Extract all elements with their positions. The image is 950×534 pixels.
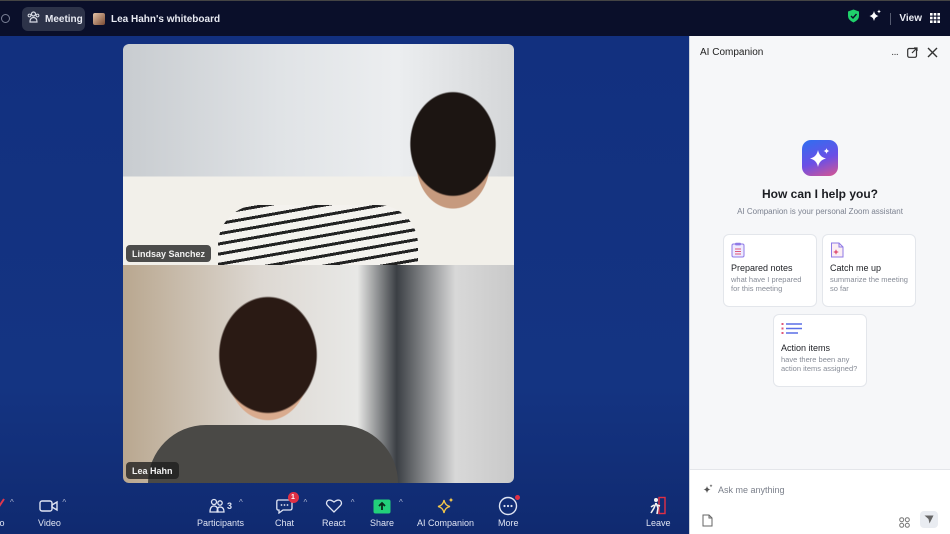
- whiteboard-owner-avatar: [93, 13, 105, 25]
- tab-meeting[interactable]: Meeting: [22, 7, 85, 31]
- share-label: Share: [370, 518, 395, 528]
- ai-companion-label: AI Companion: [417, 518, 475, 528]
- participants-icon: 3 ^: [209, 496, 243, 516]
- notification-dot: [515, 495, 521, 500]
- more-label: More: [498, 518, 519, 528]
- card-description: have there been any action items assigne…: [781, 355, 858, 373]
- participants-count: 3: [227, 501, 233, 511]
- help-heading: How can I help you?: [761, 187, 878, 201]
- ai-companion-panel: AI Companion ··· How can I help you? AI …: [689, 36, 950, 534]
- chevron-up-icon[interactable]: ^: [62, 498, 66, 507]
- pop-out-icon[interactable]: [907, 45, 918, 63]
- participant-video-image: [148, 425, 398, 483]
- clipboard-icon: [731, 242, 809, 258]
- send-icon: [924, 515, 934, 524]
- list-icon: [781, 322, 859, 338]
- chevron-up-icon[interactable]: ^: [304, 498, 308, 507]
- attach-file-icon[interactable]: [702, 514, 713, 532]
- card-title: Prepared notes: [731, 263, 793, 273]
- heart-icon: ^: [325, 496, 355, 516]
- chat-unread-badge: 1: [287, 492, 299, 503]
- react-button[interactable]: ^ React: [322, 496, 355, 528]
- apps-grid-icon[interactable]: [899, 515, 910, 533]
- chat-button[interactable]: 1 ^ Chat: [275, 492, 307, 528]
- divider: [890, 12, 892, 25]
- leave-icon: [648, 496, 668, 516]
- card-title: Catch me up: [830, 263, 882, 273]
- microphone-muted-icon: ^: [0, 496, 14, 516]
- chevron-up-icon[interactable]: ^: [10, 498, 14, 507]
- more-button[interactable]: More: [498, 495, 521, 528]
- top-right-controls: View: [847, 9, 940, 28]
- ai-sparkle-icon: [436, 496, 456, 516]
- grid-icon[interactable]: [930, 10, 940, 28]
- chevron-up-icon[interactable]: ^: [351, 498, 355, 507]
- card-title: Action items: [781, 343, 831, 353]
- react-label: React: [322, 518, 346, 528]
- ask-input[interactable]: Ask me anything: [703, 484, 785, 496]
- video-label: Video: [38, 518, 61, 528]
- tab-whiteboard[interactable]: Lea Hahn's whiteboard: [93, 7, 220, 31]
- ai-companion-button[interactable]: AI Companion: [417, 496, 474, 528]
- ask-input-area: Ask me anything: [690, 469, 950, 534]
- document-icon: [830, 242, 908, 258]
- send-button[interactable]: [920, 511, 938, 528]
- chevron-up-icon[interactable]: ^: [399, 498, 403, 507]
- suggestion-card-prepared-notes[interactable]: Prepared notes what have I prepared for …: [723, 234, 817, 307]
- participant-video-image: [218, 205, 418, 265]
- audio-button[interactable]: ^ io: [0, 496, 14, 528]
- window-control-icon[interactable]: [1, 14, 10, 23]
- suggestion-card-catch-me-up[interactable]: Catch me up summarize the meeting so far: [822, 234, 916, 307]
- share-screen-icon: ^: [373, 496, 403, 516]
- chevron-up-icon[interactable]: ^: [239, 498, 243, 507]
- shield-check-icon[interactable]: [847, 9, 860, 28]
- tab-meeting-label: Meeting: [45, 13, 83, 25]
- leave-button[interactable]: Leave: [646, 496, 671, 528]
- ask-input-placeholder: Ask me anything: [718, 485, 785, 495]
- suggestion-card-action-items[interactable]: Action items have there been any action …: [773, 314, 867, 387]
- leave-label: Leave: [646, 518, 671, 528]
- participants-button[interactable]: 3 ^ Participants: [197, 496, 244, 528]
- sparkle-icon: [703, 484, 713, 496]
- view-button[interactable]: View: [899, 13, 922, 24]
- meeting-toolbar: ^ io ^ Video 3 ^ Participants 1 ^ Chat ^…: [0, 490, 689, 534]
- video-camera-icon: ^: [39, 496, 66, 516]
- panel-title: AI Companion: [700, 46, 764, 58]
- video-stage: Lindsay Sanchez Lea Hahn: [0, 36, 689, 534]
- ai-companion-logo-icon: [802, 140, 838, 176]
- chat-bubble-icon: 1 ^: [275, 492, 307, 516]
- share-button[interactable]: ^ Share: [370, 496, 403, 528]
- participant-video-tile[interactable]: Lea Hahn: [123, 265, 514, 483]
- participant-name-tag: Lea Hahn: [126, 462, 179, 479]
- help-subheading: AI Companion is your personal Zoom assis…: [737, 207, 903, 216]
- more-icon: [498, 495, 521, 516]
- participant-name-tag: Lindsay Sanchez: [126, 245, 212, 262]
- people-icon: [27, 10, 40, 28]
- top-bar: Meeting Lea Hahn's whiteboard View: [0, 0, 950, 36]
- card-description: what have I prepared for this meeting: [731, 275, 802, 293]
- audio-label: io: [0, 518, 5, 528]
- participants-label: Participants: [197, 518, 245, 528]
- close-icon[interactable]: [927, 45, 938, 63]
- video-button[interactable]: ^ Video: [38, 496, 66, 528]
- chat-label: Chat: [275, 518, 295, 528]
- sparkle-icon[interactable]: [868, 9, 882, 28]
- tab-whiteboard-label: Lea Hahn's whiteboard: [111, 13, 221, 25]
- more-options-icon[interactable]: ···: [891, 49, 899, 60]
- panel-header: AI Companion ···: [690, 36, 950, 68]
- card-description: summarize the meeting so far: [830, 275, 908, 293]
- participant-video-tile[interactable]: Lindsay Sanchez: [123, 44, 514, 265]
